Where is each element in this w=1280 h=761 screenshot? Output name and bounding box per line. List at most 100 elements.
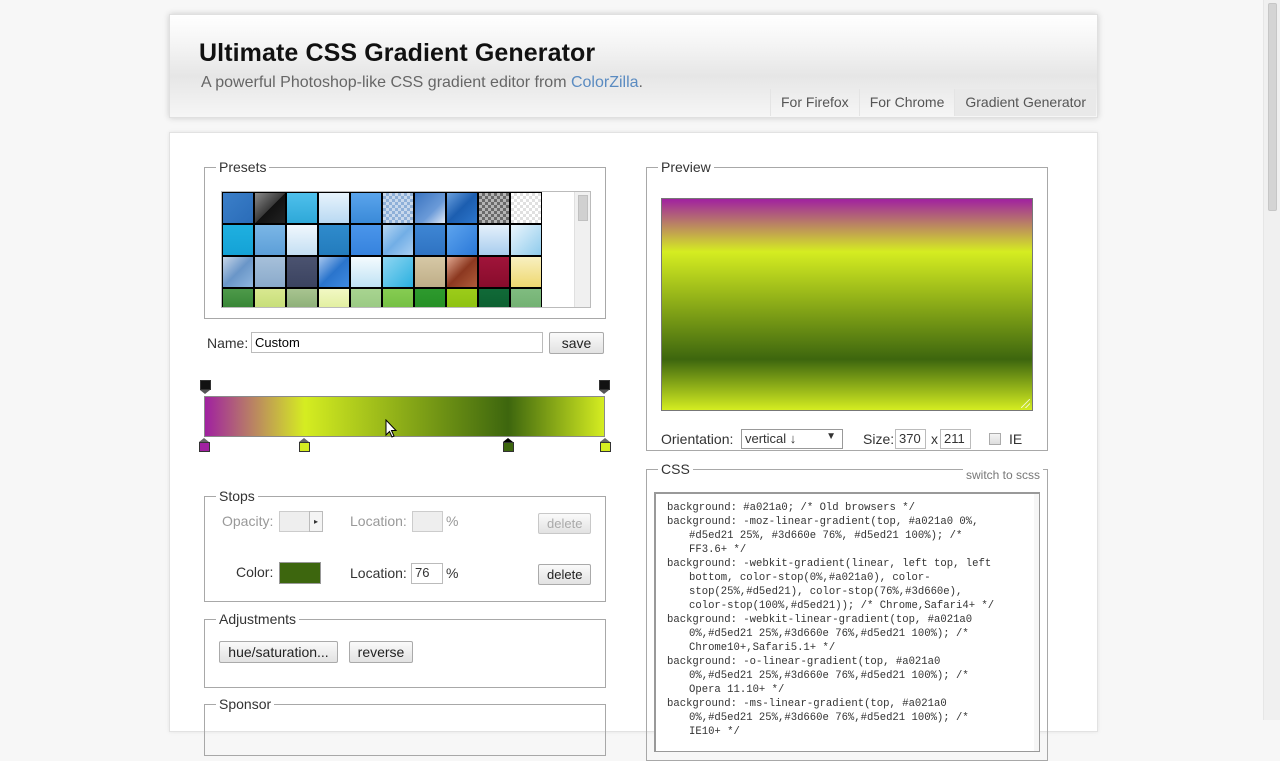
preset-swatch[interactable] [478,224,510,256]
preset-swatch[interactable] [414,288,446,307]
preset-swatch[interactable] [478,288,510,307]
page-scrollbar[interactable] [1263,0,1280,720]
css-code-line: background: -ms-linear-gradient(top, #a0… [667,698,947,710]
preset-swatch[interactable] [254,224,286,256]
preset-swatch[interactable] [414,256,446,288]
presets-scrollbar[interactable] [574,192,590,307]
code-scrollbar[interactable] [1034,494,1039,751]
nav-for-chrome[interactable]: For Chrome [858,89,955,116]
color-stop-marker[interactable] [198,438,210,452]
css-code-line: bottom, color-stop(0%,#a021a0), color- [689,572,931,584]
preset-swatch[interactable] [414,224,446,256]
gradient-bar[interactable] [204,396,605,437]
preset-swatch[interactable] [510,224,542,256]
opacity-slider-arrow-icon[interactable]: ▸ [309,511,323,532]
preset-swatch[interactable] [286,288,318,307]
resize-grip-icon[interactable] [1021,399,1030,408]
preset-swatch[interactable] [414,192,446,224]
preset-swatch[interactable] [478,256,510,288]
preset-swatch[interactable] [286,224,318,256]
preset-swatch[interactable] [254,256,286,288]
preset-swatch[interactable] [286,192,318,224]
preset-swatch[interactable] [382,288,414,307]
subtitle: A powerful Photoshop-like CSS gradient e… [201,74,643,92]
size-label: Size: [863,431,895,447]
preset-swatch[interactable] [478,192,510,224]
mouse-cursor-icon [385,419,398,438]
presets-scroll-thumb[interactable] [578,195,588,221]
preset-swatch[interactable] [254,288,286,307]
name-input[interactable] [251,332,543,353]
preset-swatch[interactable] [222,256,254,288]
preset-swatch[interactable] [318,288,350,307]
save-button[interactable]: save [549,332,604,354]
css-code-line: background: -webkit-linear-gradient(top,… [667,614,973,626]
subtitle-text: A powerful Photoshop-like CSS gradient e… [201,74,571,91]
css-code-line: #d5ed21 25%, #3d660e 76%, #d5ed21 100%);… [689,530,963,542]
page-scroll-thumb[interactable] [1268,3,1277,211]
switch-to-scss-link[interactable]: switch to scss [962,468,1043,482]
preset-swatch[interactable] [446,288,478,307]
name-label: Name: [207,335,249,351]
preset-swatch[interactable] [350,224,382,256]
preset-swatch[interactable] [510,256,542,288]
opacity-stop-left[interactable] [200,380,211,394]
reverse-button[interactable]: reverse [349,641,413,663]
preset-swatch[interactable] [222,192,254,224]
preset-swatch[interactable] [350,256,382,288]
preset-swatch[interactable] [446,224,478,256]
height-input[interactable]: 211 [940,429,971,449]
color-location-input[interactable]: 76 [411,563,443,584]
gradient-preview [661,198,1033,411]
hue-saturation-button[interactable]: hue/saturation... [219,641,338,663]
presets-panel: Presets [204,159,606,319]
preset-swatch[interactable] [382,192,414,224]
opacity-stop-right[interactable] [599,380,610,394]
ie-checkbox[interactable] [989,433,1001,445]
opacity-location-input[interactable] [412,511,443,532]
css-code-output[interactable]: background: #a021a0; /* Old browsers */ b… [654,492,1040,752]
orientation-select[interactable]: vertical ↓ ▼ [741,429,843,449]
preset-swatch[interactable] [318,224,350,256]
nav-for-firefox[interactable]: For Firefox [770,89,859,116]
site-header: Ultimate CSS Gradient Generator A powerf… [169,14,1098,118]
opacity-location-label: Location: [350,513,407,529]
top-nav: For Firefox For Chrome Gradient Generato… [770,89,1096,116]
css-code-line: FF3.6+ */ [689,544,747,556]
preset-swatch[interactable] [350,288,382,307]
nav-gradient-generator[interactable]: Gradient Generator [954,89,1096,116]
color-stop-marker[interactable] [599,438,611,452]
preset-swatch[interactable] [510,192,542,224]
css-code-line: Chrome10+,Safari5.1+ */ [689,642,836,654]
color-stop-marker[interactable] [503,438,515,452]
opacity-percent: % [446,513,459,529]
preset-swatch[interactable] [222,224,254,256]
size-x-label: x [931,431,938,447]
css-code-line: 0%,#d5ed21 25%,#3d660e 76%,#d5ed21 100%)… [689,670,969,682]
preset-swatch[interactable] [318,256,350,288]
preset-swatch[interactable] [382,224,414,256]
color-location-label: Location: [350,565,407,581]
preset-swatch[interactable] [446,192,478,224]
preset-swatch[interactable] [222,288,254,307]
stops-panel: Stops Opacity: ▸ Location: % delete Colo… [204,488,606,602]
css-code-line: Opera 11.10+ */ [689,684,785,696]
preset-swatch[interactable] [318,192,350,224]
css-legend: CSS [661,461,690,477]
preset-swatch[interactable] [510,288,542,307]
colorzilla-link[interactable]: ColorZilla [571,74,639,91]
delete-color-stop-button[interactable]: delete [538,564,592,585]
color-percent: % [446,565,459,581]
preset-swatch[interactable] [382,256,414,288]
css-code-line: 0%,#d5ed21 25%,#3d660e 76%,#d5ed21 100%)… [689,628,969,640]
color-stop-marker[interactable] [298,438,310,452]
preset-swatch[interactable] [254,192,286,224]
dropdown-arrow-icon: ▼ [826,431,836,442]
preset-swatch[interactable] [350,192,382,224]
width-input[interactable]: 370 [895,429,926,449]
gradient-editor [198,378,611,458]
delete-opacity-stop-button[interactable]: delete [538,513,592,534]
color-swatch[interactable] [279,562,321,584]
preset-swatch[interactable] [286,256,318,288]
preset-swatch[interactable] [446,256,478,288]
